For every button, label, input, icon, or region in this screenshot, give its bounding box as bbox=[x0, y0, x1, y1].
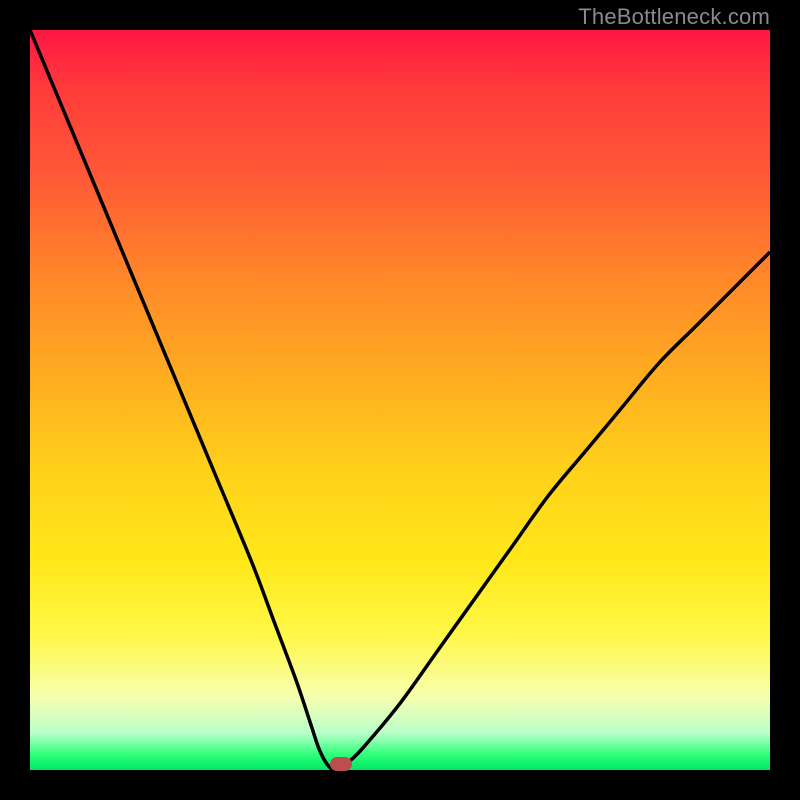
chart-plot-area bbox=[30, 30, 770, 770]
chart-frame: TheBottleneck.com bbox=[0, 0, 800, 800]
optimal-point-marker bbox=[330, 757, 352, 771]
bottleneck-curve bbox=[30, 30, 770, 770]
watermark-text: TheBottleneck.com bbox=[578, 4, 770, 30]
